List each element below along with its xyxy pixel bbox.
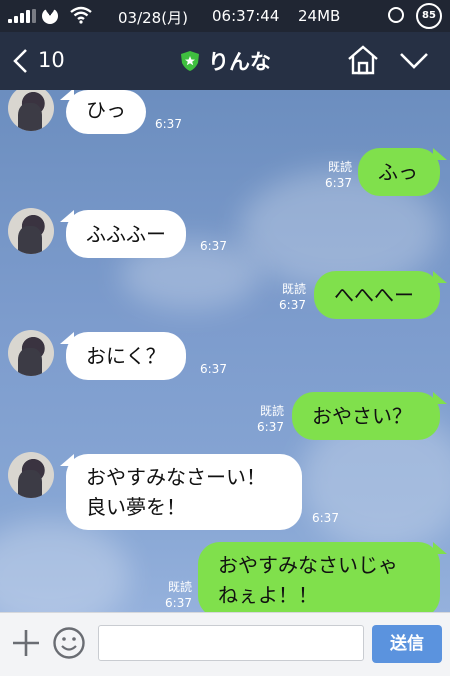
contact-avatar[interactable] [8, 452, 54, 498]
unread-count: 10 [38, 48, 65, 72]
app-indicator-icon [42, 8, 58, 24]
message-line: 良い夢を！ [86, 495, 186, 519]
read-receipt: 既読 [327, 160, 352, 174]
wifi-icon [70, 6, 92, 24]
message-line: おやすみなさーい！ [86, 465, 266, 489]
message-time: 6:37 [257, 420, 284, 434]
incoming-message-bubble[interactable]: ひっ [66, 90, 146, 134]
outgoing-message-bubble[interactable]: おやすみなさいじゃ ねぇよ！！ [198, 542, 440, 612]
chat-messages[interactable]: ひっ 6:37 既読 6:37 ふっ ふふふー 6:37 既読 6:37 へへへ… [0, 90, 450, 612]
message-time: 6:37 [200, 239, 227, 253]
message-input-bar: 送信 [0, 612, 450, 676]
outgoing-message-bubble[interactable]: おやさい？ [292, 392, 440, 440]
read-receipt: 既読 [259, 404, 284, 418]
message-time: 6:37 [155, 117, 182, 131]
signal-strength-icon [8, 9, 36, 23]
chevron-down-icon[interactable] [398, 48, 430, 72]
chat-header: 10 りんな [0, 32, 450, 90]
rotation-lock-icon [388, 7, 404, 23]
read-receipt: 既読 [167, 580, 192, 594]
chevron-left-icon [13, 49, 27, 73]
outgoing-message-bubble[interactable]: へへへー [314, 271, 440, 319]
contact-name: りんな [208, 50, 271, 74]
incoming-message-bubble[interactable]: ふふふー [66, 210, 186, 258]
contact-avatar[interactable] [8, 330, 54, 376]
message-line: ねぇよ！！ [218, 583, 318, 607]
status-date: 03/28(月) [118, 9, 188, 27]
outgoing-message-bubble[interactable]: ふっ [358, 148, 440, 196]
status-bar: 03/28(月) 06:37:44 24MB 85 [0, 0, 450, 32]
send-button[interactable]: 送信 [372, 625, 442, 663]
incoming-message-bubble[interactable]: おやすみなさーい！ 良い夢を！ [66, 454, 302, 530]
message-input[interactable] [98, 625, 364, 661]
home-icon[interactable] [346, 44, 380, 76]
message-time: 6:37 [325, 176, 352, 190]
message-time: 6:37 [279, 298, 306, 312]
message-time: 6:37 [165, 596, 192, 610]
incoming-message-bubble[interactable]: おにく？ [66, 332, 186, 380]
status-memory: 24MB [298, 7, 341, 25]
plus-icon[interactable] [10, 627, 42, 659]
back-button[interactable]: 10 [12, 46, 72, 76]
message-time: 6:37 [312, 511, 339, 525]
message-time: 6:37 [200, 362, 227, 376]
contact-avatar[interactable] [8, 208, 54, 254]
official-account-shield-icon [181, 51, 199, 71]
status-time: 06:37:44 [212, 7, 280, 25]
contact-avatar[interactable] [8, 90, 54, 131]
read-receipt: 既読 [281, 282, 306, 296]
battery-level: 85 [416, 3, 442, 29]
emoji-icon[interactable] [52, 626, 86, 660]
message-line: おやすみなさいじゃ [218, 553, 398, 577]
